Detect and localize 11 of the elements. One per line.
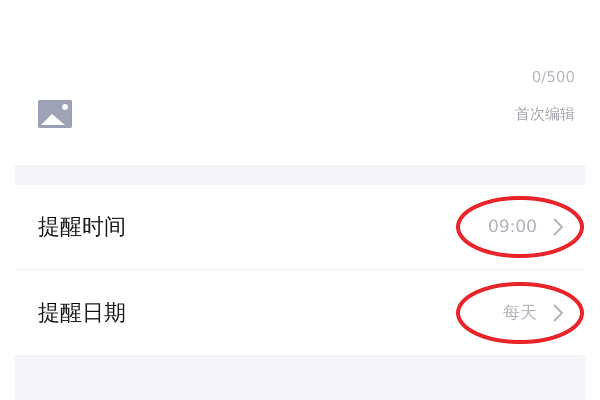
- edit-status: 首次编辑: [515, 104, 575, 124]
- settings-row[interactable]: 提醒时间 09:00: [15, 185, 585, 270]
- chevron-icon: [553, 304, 563, 322]
- settings-row[interactable]: 提醒日期 每天: [15, 270, 585, 355]
- row-value: 每天: [503, 302, 537, 324]
- image-icon[interactable]: [38, 100, 72, 128]
- row-value: 09:00: [488, 217, 537, 237]
- character-counter: 0/500: [532, 68, 575, 86]
- row-label: 提醒时间: [38, 214, 126, 242]
- chevron-icon: [553, 218, 563, 236]
- row-label: 提醒日期: [38, 300, 126, 328]
